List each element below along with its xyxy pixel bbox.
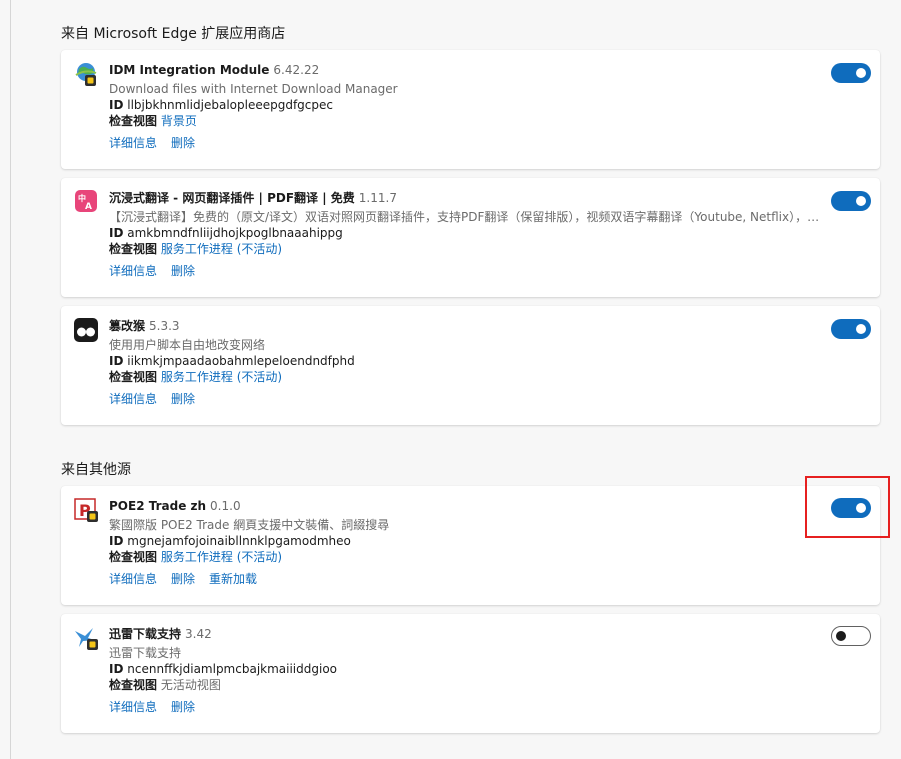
extension-description: 迅雷下载支持 <box>109 646 182 660</box>
section-title-store: 来自 Microsoft Edge 扩展应用商店 <box>61 26 286 42</box>
details-link[interactable]: 详细信息 <box>109 264 157 278</box>
id-label: ID <box>109 226 124 240</box>
reload-link[interactable]: 重新加载 <box>209 572 257 586</box>
remove-link[interactable]: 删除 <box>171 136 195 150</box>
extension-version: 3.42 <box>185 627 212 641</box>
extension-name: 迅雷下载支持 <box>109 627 182 641</box>
svg-text:A: A <box>85 202 92 212</box>
details-link[interactable]: 详细信息 <box>109 572 157 586</box>
inspect-service-worker-link[interactable]: 服务工作进程 (不活动) <box>161 242 282 256</box>
extension-name: 篡改猴 <box>109 319 146 333</box>
extension-version: 5.3.3 <box>149 319 180 333</box>
extension-description: 繁國際版 POE2 Trade 網頁支援中文裝備、詞綴搜尋 <box>109 518 390 532</box>
extension-info: 篡改猴 5.3.3 使用用户脚本自由地改变网络 ID iikmkjmpaadaob… <box>109 318 826 407</box>
inspect-label: 检查视图 <box>109 242 158 256</box>
enable-toggle[interactable] <box>831 319 871 339</box>
extension-description: Download files with Internet Download Ma… <box>109 82 398 96</box>
no-active-view-text: 无活动视图 <box>160 678 221 692</box>
inspect-service-worker-link[interactable]: 服务工作进程 (不活动) <box>161 370 282 384</box>
enable-toggle[interactable] <box>831 63 871 83</box>
extension-card-tampermonkey: 篡改猴 5.3.3 使用用户脚本自由地改变网络 ID iikmkjmpaadaob… <box>61 306 880 425</box>
inspect-label: 检查视图 <box>109 550 158 564</box>
extension-info: 沉浸式翻译 - 网页翻译插件 | PDF翻译 | 免费 1.11.7 【沉浸式翻译… <box>109 190 826 279</box>
extension-name: POE2 Trade zh <box>109 499 207 513</box>
extension-description: 【沉浸式翻译】免费的（原文/译文）双语对照网页翻译插件，支持PDF翻译（保留排版… <box>109 210 820 224</box>
enable-toggle[interactable] <box>831 498 871 518</box>
extension-version: 0.1.0 <box>210 499 241 513</box>
remove-link[interactable]: 删除 <box>171 392 195 406</box>
extension-id: amkbmndfnliijdhojkpoglbnaaahippg <box>127 226 343 240</box>
remove-link[interactable]: 删除 <box>171 264 195 278</box>
poe-p-icon: P <box>73 497 99 523</box>
extension-name: IDM Integration Module <box>109 63 270 77</box>
extension-version: 1.11.7 <box>358 191 397 205</box>
section-title-other: 来自其他源 <box>61 462 131 478</box>
left-divider <box>10 0 11 759</box>
extension-card-thunder: 迅雷下载支持 3.42 迅雷下载支持 ID ncennffkjdiamlpmcba… <box>61 614 880 733</box>
idm-globe-icon <box>73 61 99 87</box>
extension-id: ncennffkjdiamlpmcbajkmaiiiddgioo <box>127 662 338 676</box>
immersive-translate-icon: 中 A <box>73 189 99 215</box>
toggle-knob <box>856 324 866 334</box>
id-label: ID <box>109 98 124 112</box>
extension-card-idm: IDM Integration Module 6.42.22 Download f… <box>61 50 880 169</box>
remove-link[interactable]: 删除 <box>171 700 195 714</box>
extension-id: llbjbkhnmlidjebalopleeepgdfgcpec <box>127 98 333 112</box>
extension-name: 沉浸式翻译 - 网页翻译插件 | PDF翻译 | 免费 <box>109 191 355 205</box>
inspect-label: 检查视图 <box>109 114 158 128</box>
extension-description: 使用用户脚本自由地改变网络 <box>109 338 266 352</box>
extension-info: 迅雷下载支持 3.42 迅雷下载支持 ID ncennffkjdiamlpmcba… <box>109 626 826 715</box>
thunder-bird-icon <box>73 625 99 651</box>
extension-id: mgnejamfojoinaibllnnklpgamodmheo <box>127 534 351 548</box>
details-link[interactable]: 详细信息 <box>109 392 157 406</box>
tampermonkey-icon <box>73 317 99 343</box>
toggle-knob <box>856 68 866 78</box>
id-label: ID <box>109 662 124 676</box>
remove-link[interactable]: 删除 <box>171 572 195 586</box>
inspect-service-worker-link[interactable]: 服务工作进程 (不活动) <box>161 550 282 564</box>
enable-toggle[interactable] <box>831 626 871 646</box>
extension-id: iikmkjmpaadaobahmlepeloendndfphd <box>127 354 355 368</box>
inspect-label: 检查视图 <box>109 678 158 692</box>
id-label: ID <box>109 354 124 368</box>
extension-info: POE2 Trade zh 0.1.0 繁國際版 POE2 Trade 網頁支援中… <box>109 498 826 587</box>
toggle-knob <box>856 503 866 513</box>
inspect-label: 检查视图 <box>109 370 158 384</box>
extension-version: 6.42.22 <box>273 63 320 77</box>
enable-toggle[interactable] <box>831 191 871 211</box>
details-link[interactable]: 详细信息 <box>109 136 157 150</box>
inspect-background-page-link[interactable]: 背景页 <box>161 114 197 128</box>
toggle-knob <box>836 631 846 641</box>
toggle-knob <box>856 196 866 206</box>
extension-card-poe2-trade: P POE2 Trade zh 0.1.0 繁國際版 POE2 Trade 網頁支… <box>61 486 880 605</box>
id-label: ID <box>109 534 124 548</box>
extension-info: IDM Integration Module 6.42.22 Download f… <box>109 62 826 151</box>
extension-card-immersive-translate: 中 A 沉浸式翻译 - 网页翻译插件 | PDF翻译 | 免费 1.11.7 【沉… <box>61 178 880 297</box>
details-link[interactable]: 详细信息 <box>109 700 157 714</box>
